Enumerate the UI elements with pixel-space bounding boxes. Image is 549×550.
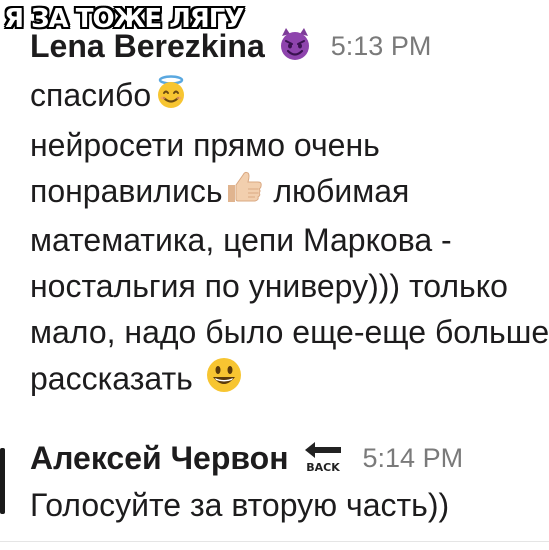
message-header: Алексей Червон BACK 5:14 PM [30,436,549,480]
grinning-face-icon [204,355,244,407]
message-line: Голосуйте за вторую часть)) [30,487,450,523]
message-line: понравились любимая [30,168,549,218]
message-body: Голосуйте за вторую часть)) [30,482,549,528]
message-text: понравились [30,172,223,209]
smiling-devil-icon [277,26,313,67]
message-line: ностальгия по универу))) только [30,268,508,305]
message-line: рассказать [30,355,549,407]
message-body: спасибо нейросети прямо очень понравилис… [30,72,549,407]
message-line: нейросети прямо очень [30,126,380,163]
thumbs-up-icon [224,169,264,217]
author-name[interactable]: Алексей Червон [30,440,289,477]
message-timestamp[interactable]: 5:13 PM [331,31,432,62]
message-text: спасибо [30,77,152,113]
back-icon-label: BACK [306,461,340,474]
chat-message: Lena Berezkina 5:13 PM спасибо нейросети… [30,24,549,407]
message-line: спасибо [30,72,549,122]
message-line: математика, цепи Маркова - [30,222,452,259]
message-timestamp[interactable]: 5:14 PM [363,443,464,474]
message-text: любимая [264,172,410,209]
message-text: рассказать [30,360,202,397]
smiling-halo-icon [153,74,189,122]
back-arrow-icon: BACK [301,438,345,479]
meme-caption: Я ЗА ТОЖЕ ЛЯГУ [4,4,244,34]
divider [0,541,549,542]
message-line: мало, надо было еще-еще больше [30,314,549,351]
chat-message: Алексей Червон BACK 5:14 PM Голосуйте за… [30,436,549,528]
thread-indicator [0,448,5,514]
